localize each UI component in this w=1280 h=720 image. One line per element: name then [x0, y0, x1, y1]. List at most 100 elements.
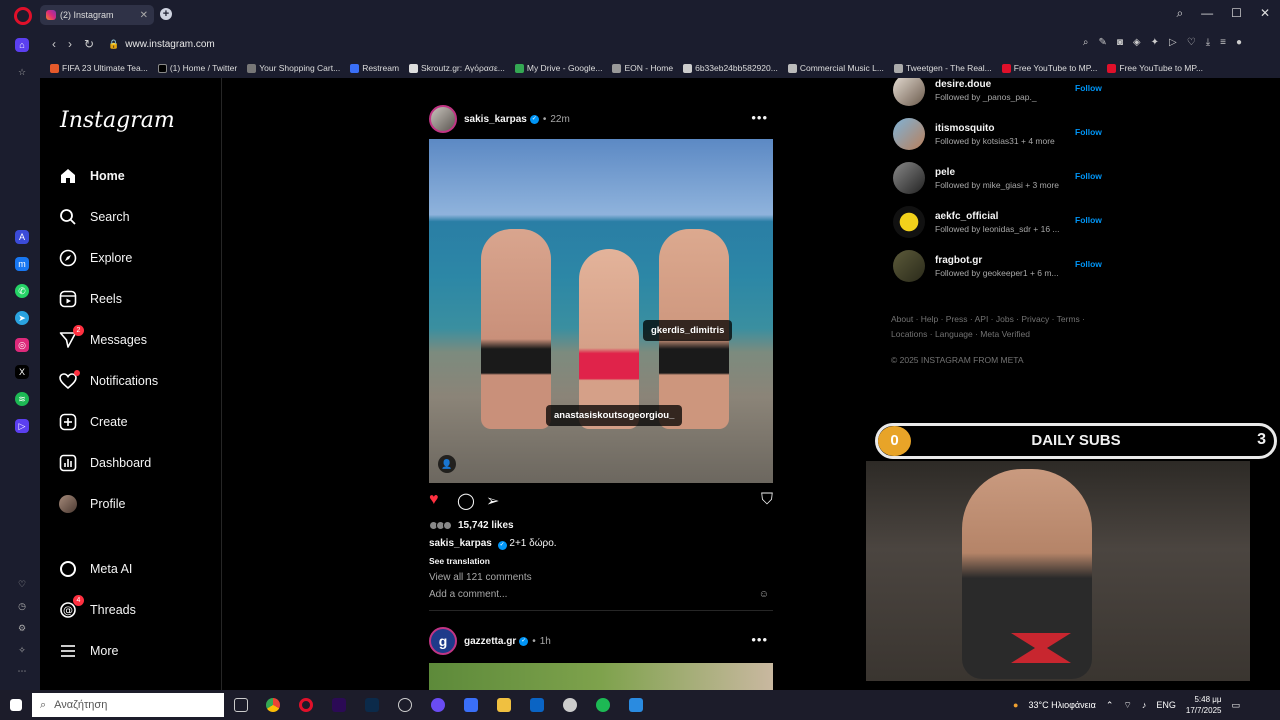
tab-close-icon[interactable]: ✕: [140, 10, 148, 21]
new-tab-button[interactable]: +: [160, 8, 172, 20]
clock[interactable]: 5:48 μμ 17/7/2025: [1186, 694, 1222, 716]
nav-reels[interactable]: Reels: [58, 289, 122, 309]
file-explorer-icon[interactable]: [497, 698, 511, 712]
chevron-up-icon[interactable]: ⌃: [1106, 700, 1114, 711]
maximize-button[interactable]: ☐: [1231, 6, 1242, 21]
nav-more[interactable]: More: [58, 641, 118, 661]
camera-icon[interactable]: ◙: [1117, 37, 1123, 48]
search-tabs-icon[interactable]: ⌕: [1176, 6, 1183, 21]
bookmark-item[interactable]: EON - Home: [612, 63, 673, 73]
share-icon[interactable]: ➢: [486, 491, 499, 511]
bulb-icon[interactable]: ✧: [15, 643, 29, 657]
suggestion-name[interactable]: pele: [935, 167, 1059, 178]
nav-explore[interactable]: Explore: [58, 248, 132, 268]
bookmark-item[interactable]: Free YouTube to MP...: [1107, 63, 1203, 73]
minimize-button[interactable]: —: [1201, 6, 1213, 21]
nav-notifications[interactable]: Notifications: [58, 370, 158, 391]
lock-icon[interactable]: 🔒: [108, 39, 119, 50]
suggestion-avatar[interactable]: [893, 118, 925, 150]
history-icon[interactable]: ◷: [15, 599, 29, 613]
follow-button[interactable]: Follow: [1075, 83, 1102, 93]
suggestion-name[interactable]: desire.doue: [935, 79, 1037, 90]
shield-icon[interactable]: ◈: [1133, 37, 1141, 48]
taskbar-search[interactable]: ⌕ Αναζήτηση: [32, 693, 224, 717]
spotify-icon[interactable]: ≋: [15, 392, 29, 406]
comment-icon[interactable]: ◯: [457, 491, 475, 511]
follow-button[interactable]: Follow: [1075, 215, 1102, 225]
nav-threads[interactable]: @ 4 Threads: [58, 595, 136, 620]
task-view-icon[interactable]: [234, 698, 248, 712]
bookmark-item[interactable]: Your Shopping Cart...: [247, 63, 340, 73]
play-icon[interactable]: ▷: [1169, 37, 1177, 48]
bookmark-item[interactable]: Skroutz.gr: Αγόρασε...: [409, 63, 505, 73]
post-avatar[interactable]: g: [429, 627, 457, 655]
like-heart-icon[interactable]: ♥: [429, 491, 439, 509]
forward-button[interactable]: ›: [68, 37, 72, 51]
telegram-icon[interactable]: ➤: [15, 311, 29, 325]
nav-messages[interactable]: 2 Messages: [58, 325, 147, 350]
network-icon[interactable]: ⌔: [1123, 700, 1131, 711]
nav-meta-ai[interactable]: Meta AI: [58, 559, 132, 579]
post-time[interactable]: 1h: [540, 636, 551, 647]
caption-username[interactable]: sakis_karpas: [429, 538, 492, 549]
post-image[interactable]: [429, 663, 773, 690]
view-comments-link[interactable]: View all 121 comments: [429, 572, 532, 583]
outlook-icon[interactable]: [530, 698, 544, 712]
opera-logo-icon[interactable]: [14, 7, 32, 25]
star-icon[interactable]: ☆: [15, 65, 29, 79]
footer-links-line[interactable]: Locations · Language · Meta Verified: [891, 327, 1091, 342]
post-avatar[interactable]: [429, 105, 457, 133]
nav-search[interactable]: Search: [58, 207, 130, 227]
volume-icon[interactable]: ♪: [1142, 700, 1147, 710]
lang-indicator[interactable]: ENG: [1156, 700, 1176, 710]
heart-icon[interactable]: ♡: [1187, 37, 1196, 48]
bookmark-item[interactable]: Free YouTube to MP...: [1001, 63, 1097, 73]
nav-create[interactable]: Create: [58, 412, 128, 432]
messenger-icon[interactable]: m: [15, 257, 29, 271]
bookmark-item[interactable]: (1) Home / Twitter: [157, 63, 237, 73]
post-username[interactable]: gazzetta.gr: [464, 636, 516, 647]
nav-home[interactable]: Home: [58, 166, 125, 186]
x-twitter-icon[interactable]: X: [15, 365, 29, 379]
post-time[interactable]: 22m: [550, 114, 569, 125]
nav-profile[interactable]: Profile: [58, 494, 125, 514]
follow-button[interactable]: Follow: [1075, 259, 1102, 269]
aria-icon[interactable]: A: [15, 230, 29, 244]
bookmark-item[interactable]: FIFA 23 Ultimate Tea...: [50, 63, 148, 73]
obs-icon[interactable]: [398, 698, 412, 712]
bookmark-item[interactable]: My Drive - Google...: [514, 63, 602, 73]
back-button[interactable]: ‹: [52, 37, 56, 51]
more-options-icon[interactable]: •••: [751, 632, 768, 647]
account-icon[interactable]: ●: [1236, 37, 1242, 48]
suggestion-name[interactable]: fragbot.gr: [935, 255, 1059, 266]
footer-links-line[interactable]: About · Help · Press · API · Jobs · Priv…: [891, 312, 1091, 327]
chrome-icon[interactable]: [266, 698, 280, 712]
nav-dashboard[interactable]: Dashboard: [58, 453, 151, 473]
download-icon[interactable]: ⤓: [1206, 37, 1210, 48]
follow-button[interactable]: Follow: [1075, 127, 1102, 137]
bookmark-item[interactable]: Restream: [350, 63, 399, 73]
spotify-icon[interactable]: [596, 698, 610, 712]
url-field[interactable]: www.instagram.com: [125, 39, 214, 50]
heart-icon[interactable]: ♡: [15, 577, 29, 591]
app-icon[interactable]: [431, 698, 445, 712]
whatsapp-icon[interactable]: ✆: [15, 284, 29, 298]
post-username[interactable]: sakis_karpas: [464, 114, 527, 125]
instagram-icon[interactable]: ◎: [15, 338, 29, 352]
close-window-button[interactable]: ✕: [1260, 6, 1270, 21]
suggestion-name[interactable]: aekfc_official: [935, 211, 1060, 222]
photoshop-icon[interactable]: [365, 698, 379, 712]
post-image[interactable]: gkerdis_dimitris anastasiskoutsogeorgiou…: [429, 139, 773, 483]
zoom-icon[interactable]: ⌕: [1083, 37, 1089, 48]
extensions-icon[interactable]: ✦: [1151, 37, 1159, 48]
settings-icon[interactable]: ⚙: [15, 621, 29, 635]
bookmark-item[interactable]: Tweetgen - The Real...: [893, 63, 992, 73]
edit-icon[interactable]: ✎: [1098, 37, 1106, 48]
reload-button[interactable]: ↻: [84, 37, 94, 51]
suggestion-avatar[interactable]: [893, 250, 925, 282]
suggestion-avatar[interactable]: [893, 206, 925, 238]
weather-text[interactable]: 33°C Ηλιοφάνεια: [1028, 700, 1095, 710]
premiere-icon[interactable]: [332, 698, 346, 712]
follow-button[interactable]: Follow: [1075, 171, 1102, 181]
bookmark-icon[interactable]: ⛉: [761, 491, 773, 509]
